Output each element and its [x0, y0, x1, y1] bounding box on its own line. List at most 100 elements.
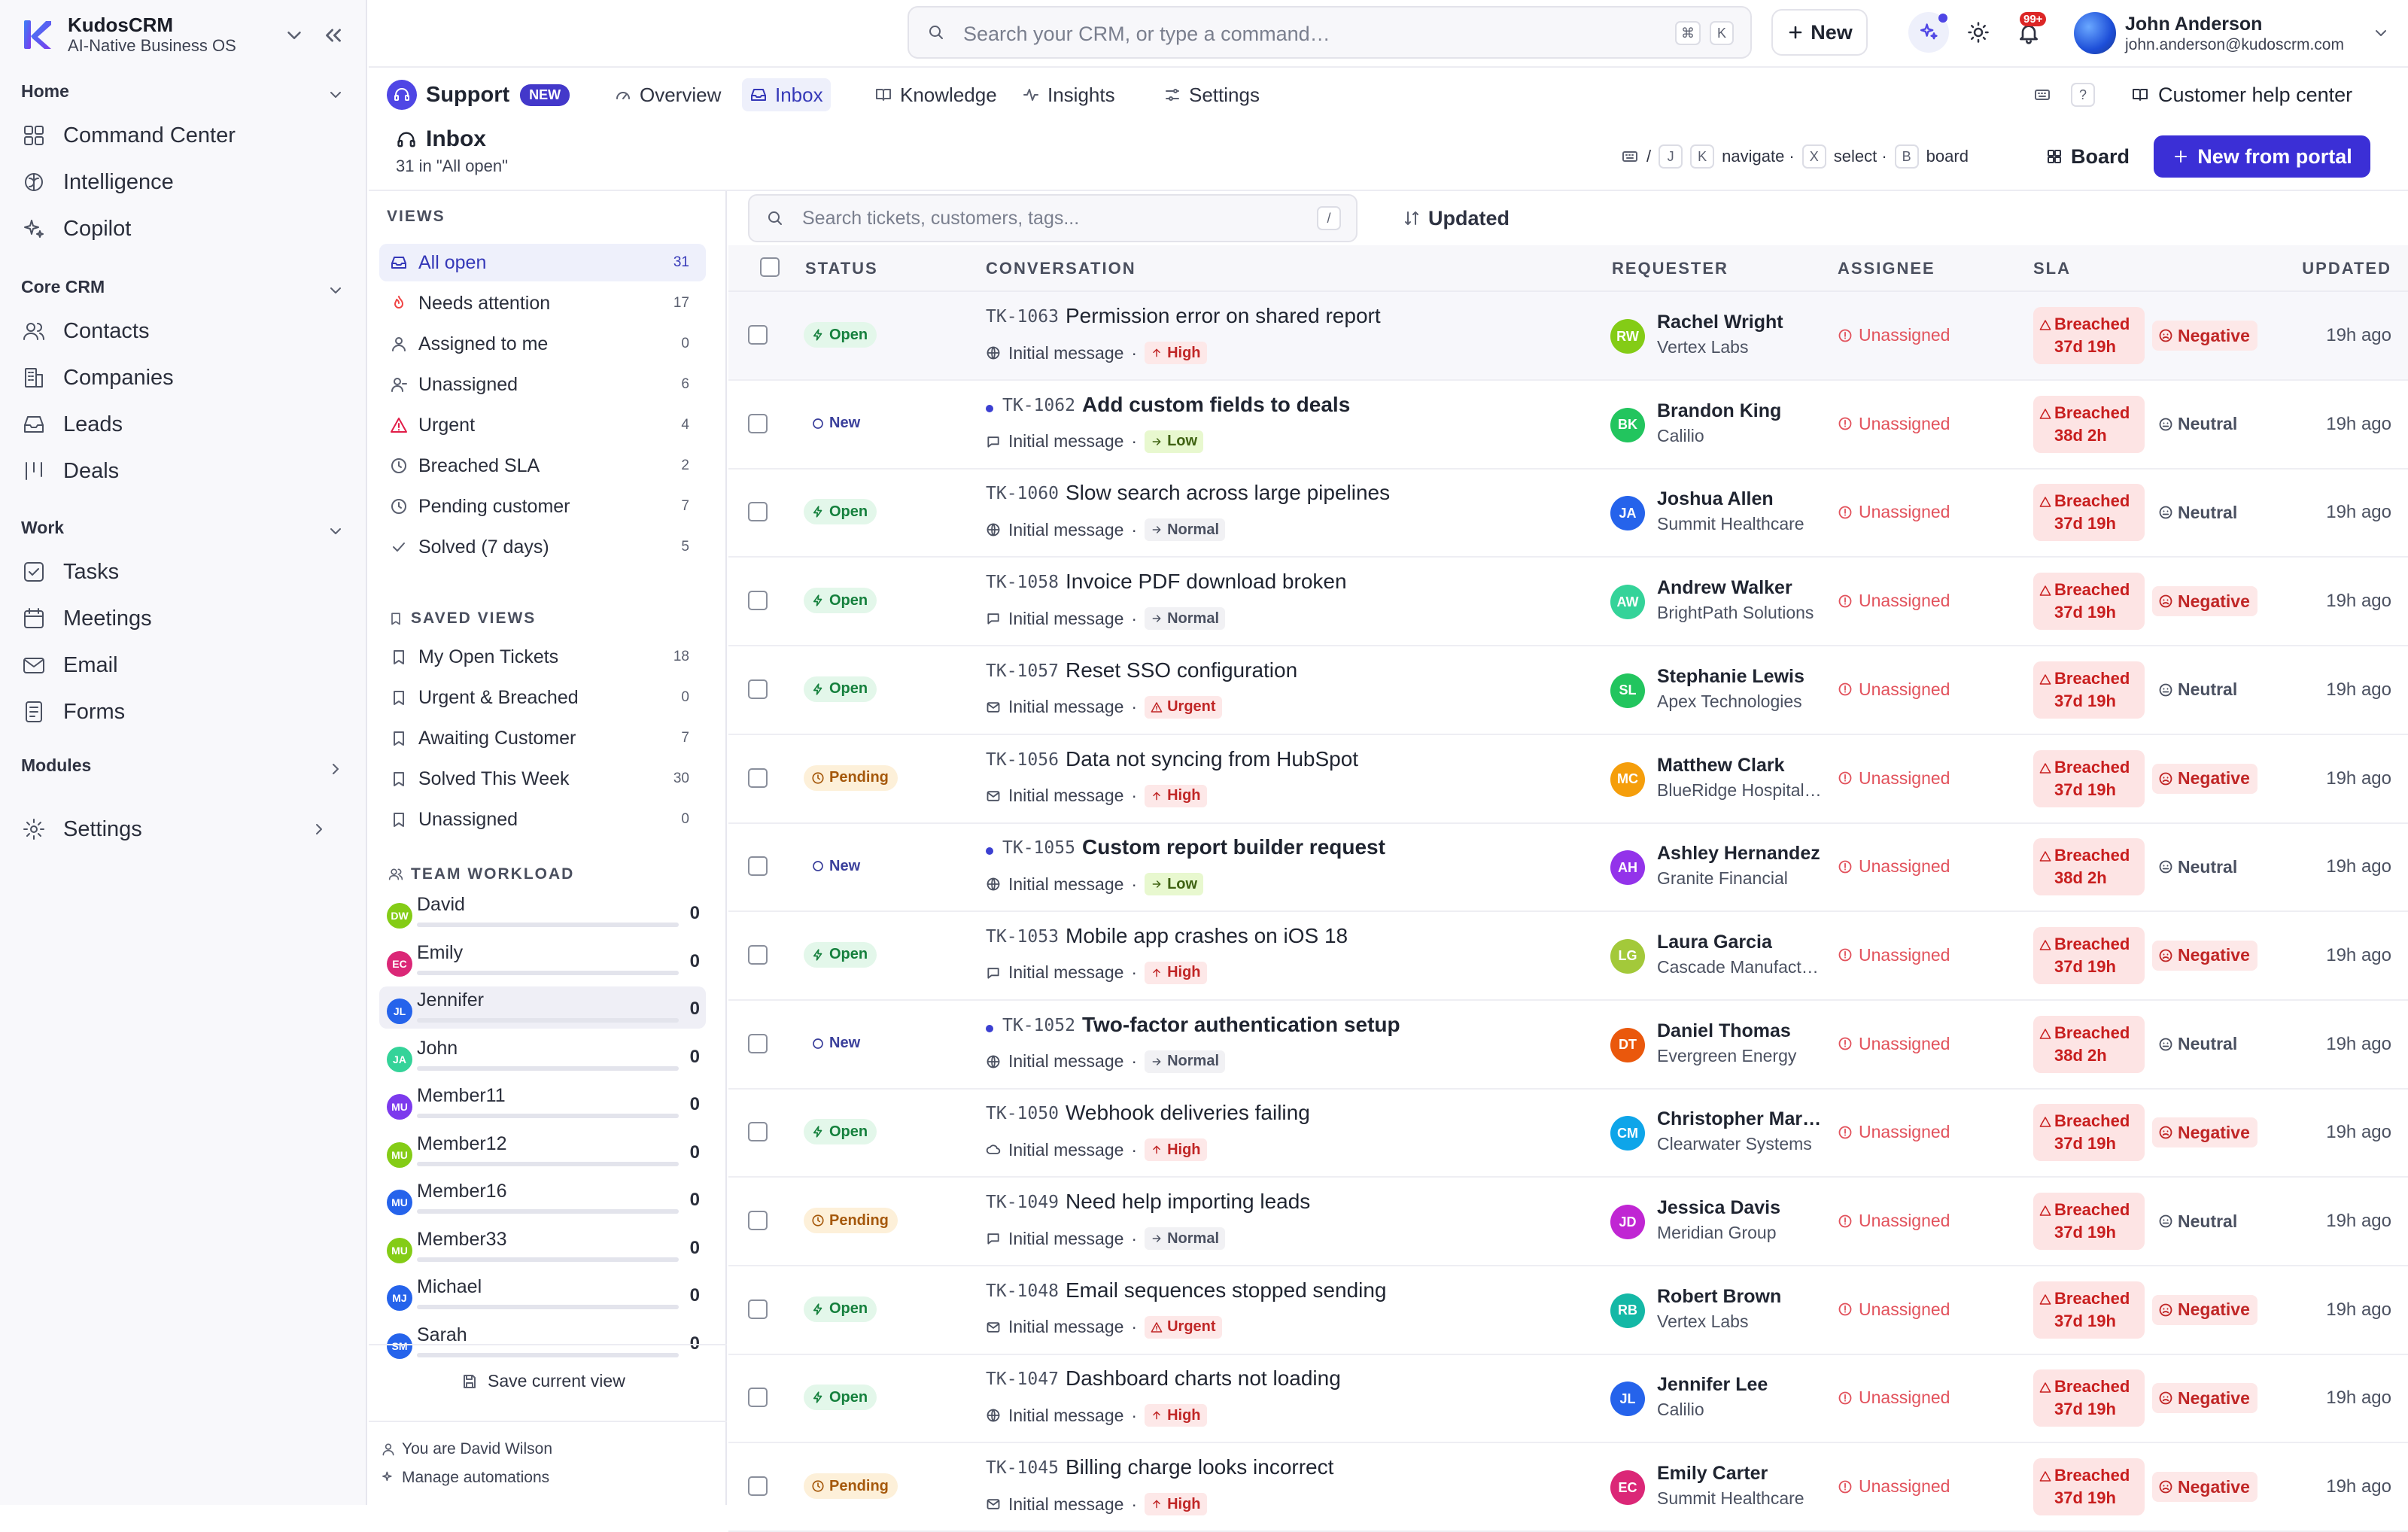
- team-member-item[interactable]: JL Jennifer 0: [379, 986, 706, 1029]
- assignee[interactable]: Unassigned: [1838, 856, 1950, 877]
- table-row[interactable]: Open TK-1048 Email sequences stopped sen…: [728, 1266, 2408, 1355]
- row-checkbox[interactable]: [748, 1476, 768, 1497]
- nav-copilot[interactable]: Copilot: [21, 208, 345, 250]
- help-key[interactable]: ?: [2071, 83, 2095, 107]
- ticket-title[interactable]: Need help importing leads: [1066, 1190, 1310, 1214]
- requester-name[interactable]: Daniel Thomas: [1657, 1020, 1823, 1042]
- section-core-crm[interactable]: Core CRM: [21, 277, 345, 307]
- nav-forms[interactable]: Forms: [21, 691, 345, 733]
- assignee[interactable]: Unassigned: [1838, 414, 1950, 434]
- nav-contacts[interactable]: Contacts: [21, 310, 345, 352]
- table-row[interactable]: Open TK-1063 Permission error on shared …: [728, 292, 2408, 381]
- view-item[interactable]: Solved (7 days) 5: [379, 528, 706, 566]
- requester-name[interactable]: Robert Brown: [1657, 1286, 1823, 1308]
- table-row[interactable]: New TK-1062 Add custom fields to deals I…: [728, 381, 2408, 470]
- requester-name[interactable]: Matthew Clark: [1657, 755, 1823, 777]
- assignee[interactable]: Unassigned: [1838, 1034, 1950, 1054]
- ai-assistant-button[interactable]: [1908, 12, 1949, 53]
- ticket-title[interactable]: Two-factor authentication setup: [1082, 1013, 1400, 1037]
- view-item[interactable]: Urgent 4: [379, 406, 706, 444]
- row-checkbox[interactable]: [748, 1122, 768, 1142]
- saved-view-item[interactable]: Urgent & Breached 0: [379, 679, 706, 716]
- tab-inbox[interactable]: Inbox: [742, 78, 831, 111]
- requester-name[interactable]: Andrew Walker: [1657, 577, 1823, 599]
- column-requester[interactable]: REQUESTER: [1612, 259, 1728, 278]
- manage-automations-link[interactable]: Manage automations: [381, 1469, 549, 1487]
- nav-companies[interactable]: Companies: [21, 357, 345, 399]
- requester-name[interactable]: Joshua Allen: [1657, 488, 1823, 510]
- section-work[interactable]: Work: [21, 518, 345, 548]
- row-checkbox[interactable]: [748, 1211, 768, 1230]
- requester-name[interactable]: Christopher Mar…: [1657, 1108, 1823, 1130]
- table-row[interactable]: Pending TK-1045 Billing charge looks inc…: [728, 1443, 2408, 1532]
- view-item[interactable]: Breached SLA 2: [379, 447, 706, 485]
- ticket-title[interactable]: Add custom fields to deals: [1082, 393, 1350, 417]
- saved-view-item[interactable]: My Open Tickets 18: [379, 638, 706, 676]
- column-conversation[interactable]: CONVERSATION: [986, 259, 1136, 278]
- table-row[interactable]: Pending TK-1049 Need help importing lead…: [728, 1178, 2408, 1266]
- team-member-item[interactable]: JA John 0: [379, 1035, 706, 1077]
- row-checkbox[interactable]: [748, 1033, 768, 1053]
- team-member-item[interactable]: EC Emily 0: [379, 939, 706, 981]
- brand[interactable]: KudosCRM AI-Native Business OS: [21, 14, 352, 56]
- new-from-portal-button[interactable]: New from portal: [2154, 135, 2370, 178]
- tab-knowledge[interactable]: Knowledge: [867, 78, 1005, 111]
- saved-view-item[interactable]: Solved This Week 30: [379, 760, 706, 798]
- ticket-search-input[interactable]: Search tickets, customers, tags... /: [748, 194, 1358, 242]
- row-checkbox[interactable]: [748, 1388, 768, 1408]
- team-member-item[interactable]: SM Sarah 0: [379, 1321, 706, 1363]
- requester-name[interactable]: Jennifer Lee: [1657, 1374, 1823, 1396]
- tab-insights[interactable]: Insights: [1014, 78, 1123, 111]
- table-row[interactable]: Open TK-1058 Invoice PDF download broken…: [728, 558, 2408, 647]
- row-checkbox[interactable]: [748, 502, 768, 522]
- nav-intelligence[interactable]: Intelligence: [21, 161, 345, 203]
- ticket-title[interactable]: Mobile app crashes on iOS 18: [1066, 924, 1348, 948]
- row-checkbox[interactable]: [748, 944, 768, 965]
- view-item[interactable]: Pending customer 7: [379, 488, 706, 525]
- requester-name[interactable]: Rachel Wright: [1657, 312, 1823, 333]
- save-current-view-button[interactable]: Save current view: [461, 1371, 625, 1391]
- customer-help-center-link[interactable]: Customer help center: [2131, 78, 2352, 111]
- row-checkbox[interactable]: [748, 1299, 768, 1319]
- nav-settings[interactable]: Settings: [21, 808, 345, 850]
- section-modules[interactable]: Modules: [21, 755, 345, 786]
- assignee[interactable]: Unassigned: [1838, 1388, 1950, 1408]
- nav-email[interactable]: Email: [21, 644, 345, 686]
- board-button[interactable]: Board: [2045, 140, 2130, 173]
- team-member-item[interactable]: MU Member12 0: [379, 1130, 706, 1172]
- table-row[interactable]: Pending TK-1056 Data not syncing from Hu…: [728, 735, 2408, 824]
- ticket-title[interactable]: Webhook deliveries failing: [1066, 1101, 1310, 1125]
- sun-icon[interactable]: [1967, 21, 1990, 44]
- saved-view-item[interactable]: Unassigned 0: [379, 801, 706, 838]
- column-sla[interactable]: SLA: [2033, 259, 2071, 278]
- table-row[interactable]: New TK-1055 Custom report builder reques…: [728, 823, 2408, 913]
- column-updated[interactable]: UPDATED: [2302, 259, 2391, 278]
- requester-name[interactable]: Emily Carter: [1657, 1463, 1823, 1485]
- ticket-title[interactable]: Custom report builder request: [1082, 835, 1385, 859]
- team-member-item[interactable]: DW David 0: [379, 891, 706, 933]
- view-item[interactable]: Assigned to me 0: [379, 325, 706, 363]
- module-title[interactable]: Support NEW: [387, 78, 570, 111]
- ticket-title[interactable]: Permission error on shared report: [1066, 304, 1381, 328]
- row-checkbox[interactable]: [748, 679, 768, 699]
- column-status[interactable]: STATUS: [805, 259, 878, 278]
- ticket-title[interactable]: Email sequences stopped sending: [1066, 1278, 1387, 1303]
- column-assignee[interactable]: ASSIGNEE: [1838, 259, 1935, 278]
- requester-name[interactable]: Laura Garcia: [1657, 932, 1823, 953]
- table-row[interactable]: Open TK-1050 Webhook deliveries failing …: [728, 1089, 2408, 1178]
- nav-deals[interactable]: Deals: [21, 450, 345, 492]
- tab-overview[interactable]: Overview: [607, 78, 728, 111]
- requester-name[interactable]: Jessica Davis: [1657, 1197, 1823, 1219]
- ticket-title[interactable]: Reset SSO configuration: [1066, 658, 1297, 682]
- table-row[interactable]: Open TK-1053 Mobile app crashes on iOS 1…: [728, 912, 2408, 1001]
- nav-leads[interactable]: Leads: [21, 403, 345, 445]
- assignee[interactable]: Unassigned: [1838, 1211, 1950, 1231]
- tab-settings[interactable]: Settings: [1156, 78, 1267, 111]
- assignee[interactable]: Unassigned: [1838, 679, 1950, 700]
- new-button[interactable]: New: [1771, 9, 1868, 56]
- collapse-sidebar-icon[interactable]: [321, 23, 346, 48]
- ticket-title[interactable]: Billing charge looks incorrect: [1066, 1455, 1333, 1479]
- assignee[interactable]: Unassigned: [1838, 945, 1950, 965]
- view-item[interactable]: Needs attention 17: [379, 284, 706, 322]
- notifications-button[interactable]: 99+: [2009, 11, 2051, 56]
